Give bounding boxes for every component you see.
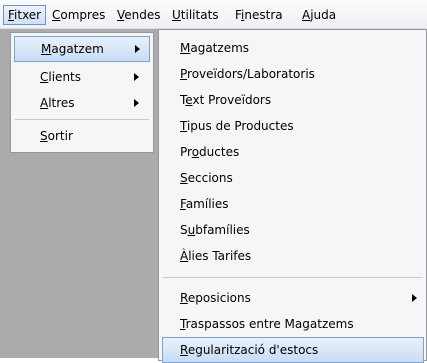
menu-item-tipus-productes[interactable]: Tipus de Productes [162,113,424,139]
submenu-arrow-icon [134,73,139,81]
menu-item-magatzems[interactable]: Magatzems [162,35,424,61]
menu-utilitats[interactable]: Utilitats [168,5,223,25]
menu-item-text-proveidors[interactable]: Text Proveïdors [162,87,424,113]
menu-ajuda[interactable]: Ajuda [298,5,340,25]
menu-item-sortir[interactable]: Sortir [14,123,150,149]
submenu-arrow-icon [135,45,140,53]
menu-item-regularitzacio-estocs[interactable]: Regularització d'estocs [162,337,424,363]
submenu-arrow-icon [412,294,417,302]
menu-item-proveidors-laboratoris[interactable]: Proveïdors/Laboratoris [162,61,424,87]
menu-item-magatzem[interactable]: Magatzem [14,36,150,62]
menu-vendes[interactable]: Vendes [113,5,165,25]
menu-item-families[interactable]: Famílies [162,191,424,217]
menu-item-productes[interactable]: Productes [162,139,424,165]
menu-finestra[interactable]: Finestra [231,5,287,25]
menu-separator [15,119,149,120]
menu-item-subfamilies[interactable]: Subfamílies [162,217,424,243]
menu-fitxer[interactable]: Fitxer [3,5,47,25]
menu-item-traspassos[interactable]: Traspassos entre Magatzems [162,311,424,337]
menu-item-seccions[interactable]: Seccions [162,165,424,191]
magatzem-submenu: Magatzems Proveïdors/Laboratoris Text Pr… [158,29,427,363]
menu-item-alies-tarifes[interactable]: Àlies Tarifes [162,243,424,269]
menu-separator [163,277,423,278]
fitxer-dropdown: Magatzem Clients Altres Sortir [10,32,154,153]
menu-item-clients[interactable]: Clients [14,64,150,90]
menu-item-reposicions[interactable]: Reposicions [162,285,424,311]
menu-item-altres[interactable]: Altres [14,90,150,116]
menu-compres[interactable]: Compres [48,5,109,25]
submenu-arrow-icon [134,99,139,107]
menu-bar: Fitxer Compres Vendes Utilitats Finestra… [0,0,427,29]
